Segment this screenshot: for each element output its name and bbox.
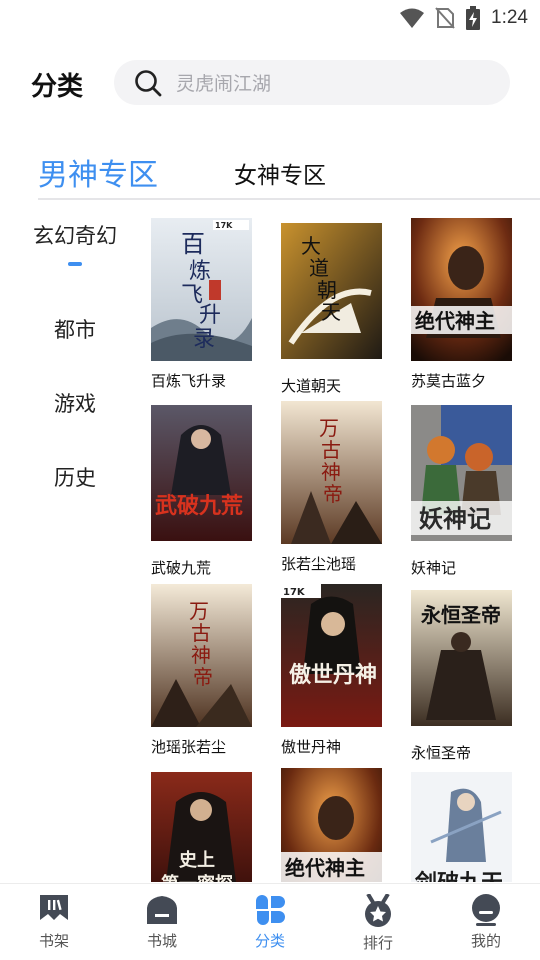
book-cover[interactable]: 17K 百 炼 飞 升 录: [151, 218, 252, 361]
svg-text:百: 百: [181, 230, 205, 258]
svg-text:万: 万: [319, 416, 339, 440]
book-cover[interactable]: 妖神记: [411, 405, 512, 548]
nav-bookstore[interactable]: 书城: [122, 894, 202, 951]
svg-text:天: 天: [321, 300, 341, 324]
tab-female-zone[interactable]: 女神专区: [234, 156, 326, 190]
svg-text:绝代神主: 绝代神主: [285, 856, 365, 880]
svg-text:录: 录: [193, 327, 215, 352]
category-item-dushi[interactable]: 都市: [0, 314, 150, 344]
svg-text:万: 万: [189, 599, 209, 623]
status-bar: 1:24: [0, 0, 540, 36]
book-card[interactable]: 万 古 神 帝 池瑶张若尘: [151, 584, 261, 757]
search-placeholder: 灵虎闹江湖: [176, 73, 272, 95]
book-title: 傲世丹神: [281, 738, 342, 756]
book-card[interactable]: 永恒圣帝 永恒圣帝: [411, 590, 521, 763]
book-card[interactable]: 17K 傲世丹神 傲世丹神: [281, 584, 391, 757]
search-input[interactable]: 灵虎闹江湖: [114, 60, 510, 105]
bookshelf-icon: [40, 895, 68, 920]
nav-label: 排行: [362, 934, 393, 952]
tab-male-zone[interactable]: 男神专区: [38, 150, 158, 194]
nav-label: 分类: [254, 932, 285, 950]
book-cover[interactable]: 武破九荒: [151, 405, 252, 548]
profile-icon: [472, 894, 500, 926]
svg-text:武破九荒: 武破九荒: [155, 493, 243, 519]
status-time: 1:24: [491, 7, 528, 28]
book-cover[interactable]: 永恒圣帝: [411, 590, 512, 733]
book-card[interactable]: 17K 百 炼 飞 升 录 百炼飞升录: [151, 218, 261, 391]
cover-badge: 17K: [215, 221, 233, 230]
book-title: 苏莫古蓝夕: [411, 372, 487, 390]
book-cover[interactable]: 万 古 神 帝: [151, 584, 252, 727]
book-cover[interactable]: 17K 傲世丹神: [281, 584, 382, 727]
svg-text:朝: 朝: [317, 278, 337, 302]
bookstore-icon: [147, 896, 177, 924]
search-icon: [135, 69, 162, 96]
battery-charging-icon: [466, 6, 481, 30]
svg-text:剑破九天: 剑破九天: [414, 870, 504, 882]
book-title: 大道朝天: [281, 377, 342, 395]
category-item-lishi[interactable]: 历史: [0, 462, 150, 492]
svg-text:升: 升: [199, 303, 221, 328]
svg-text:古: 古: [191, 621, 211, 645]
book-cover[interactable]: 史上 第一密探: [151, 772, 252, 882]
book-title: 百炼飞升录: [151, 372, 227, 390]
page-title: 分类: [31, 72, 84, 102]
book-cover[interactable]: 绝代神主: [411, 218, 512, 361]
svg-text:神: 神: [191, 643, 211, 667]
book-card[interactable]: 绝代神主 苏莫古蓝夕: [411, 218, 521, 391]
svg-text:第一密探: 第一密探: [161, 873, 234, 882]
category-active-indicator: [68, 262, 82, 266]
nav-profile[interactable]: 我的: [446, 894, 526, 951]
book-card[interactable]: 史上 第一密探: [151, 772, 261, 882]
book-title: 武破九荒: [151, 559, 212, 577]
svg-text:道: 道: [309, 256, 329, 280]
book-card[interactable]: 武破九荒 武破九荒: [151, 405, 261, 578]
book-title: 池瑶张若尘: [151, 738, 227, 756]
category-icon: [256, 895, 285, 925]
book-card[interactable]: 绝代神主: [281, 768, 391, 882]
tabs-divider: [38, 198, 540, 200]
book-cover[interactable]: 绝代神主: [281, 768, 382, 882]
ranking-medal-icon: [365, 894, 391, 927]
svg-text:炼: 炼: [189, 259, 211, 284]
svg-text:妖神记: 妖神记: [419, 505, 491, 533]
cover-badge: 17K: [283, 587, 306, 598]
nav-category[interactable]: 分类: [230, 894, 310, 951]
book-cover[interactable]: 大 道 朝 天: [281, 223, 382, 366]
nav-ranking[interactable]: 排行: [338, 894, 418, 953]
svg-text:绝代神主: 绝代神主: [415, 309, 495, 333]
nav-label: 我的: [470, 932, 501, 950]
svg-text:神: 神: [321, 460, 341, 484]
book-title: 张若尘池瑶: [281, 555, 357, 573]
svg-text:古: 古: [321, 438, 341, 462]
bottom-nav: 书架 书城 分类 排行 我的: [0, 883, 540, 960]
book-cover[interactable]: 剑破九天: [411, 772, 512, 882]
book-card[interactable]: 万 古 神 帝 张若尘池瑶: [281, 401, 391, 574]
svg-text:傲世丹神: 傲世丹神: [289, 662, 377, 688]
nav-label: 书城: [146, 932, 177, 950]
no-sim-icon: [435, 7, 455, 29]
category-item-youxi[interactable]: 游戏: [0, 388, 150, 418]
gender-tabs: 男神专区 女神专区: [0, 140, 540, 202]
svg-text:永恒圣帝: 永恒圣帝: [420, 603, 501, 627]
svg-text:大: 大: [301, 234, 321, 258]
nav-label: 书架: [38, 932, 69, 950]
category-item-xuanhuan[interactable]: 玄幻奇幻: [0, 220, 150, 250]
book-card[interactable]: 大 道 朝 天 大道朝天: [281, 223, 391, 396]
wifi-icon: [400, 8, 425, 28]
book-grid: 17K 百 炼 飞 升 录 百炼飞升录 大 道 朝 天 大道朝天 绝代神主 苏莫…: [150, 218, 540, 882]
svg-text:帝: 帝: [323, 482, 343, 506]
book-cover[interactable]: 万 古 神 帝: [281, 401, 382, 544]
book-card[interactable]: 妖神记 妖神记: [411, 405, 521, 578]
svg-text:史上: 史上: [179, 849, 215, 871]
nav-bookshelf[interactable]: 书架: [14, 894, 94, 951]
book-card[interactable]: 剑破九天: [411, 772, 521, 882]
book-title: 永恒圣帝: [411, 744, 472, 762]
svg-text:帝: 帝: [193, 665, 213, 689]
book-title: 妖神记: [411, 559, 457, 577]
